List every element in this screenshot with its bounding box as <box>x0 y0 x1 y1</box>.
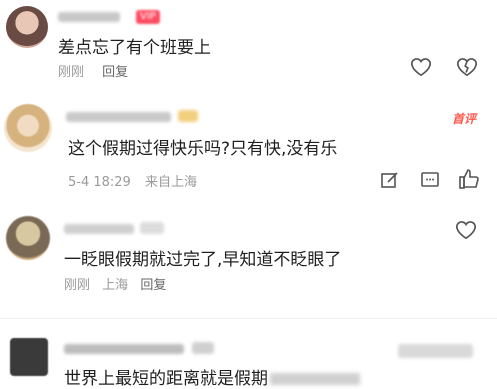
comment-item-1: VIP 差点忘了有个班要上 刚刚 回复 <box>0 0 497 92</box>
user-tag-blurred <box>140 222 164 234</box>
avatar[interactable] <box>6 216 50 260</box>
heart-icon[interactable] <box>410 57 432 77</box>
user-tag-blurred <box>178 110 198 122</box>
comment-time: 5-4 18:29 <box>68 175 131 190</box>
comment-text: 这个假期过得快乐吗?只有快,没有乐 <box>68 139 338 159</box>
comment-time: 刚刚 <box>64 278 91 293</box>
avatar[interactable] <box>6 6 48 48</box>
username-blurred[interactable] <box>58 12 120 22</box>
broken-heart-icon[interactable] <box>456 57 478 77</box>
comment-text: 差点忘了有个班要上 <box>58 38 211 58</box>
avatar[interactable] <box>4 104 52 152</box>
user-tag-blurred <box>192 342 214 354</box>
comment-location: 上海 <box>102 278 129 293</box>
comment-meta: 刚刚 上海 回复 <box>64 274 166 293</box>
comment-meta: 5-4 18:29 来自上海 <box>68 171 197 190</box>
heart-icon[interactable] <box>455 220 477 240</box>
comment-icon[interactable] <box>420 170 440 190</box>
first-comment-label: 首评 <box>452 112 477 126</box>
username-blurred[interactable] <box>64 344 184 354</box>
comment-item-2: 首评 这个假期过得快乐吗?只有快,没有乐 5-4 18:29 来自上海 <box>0 92 497 200</box>
comment-text: 世界上最短的距离就是假期 <box>64 364 360 389</box>
comment-text: 一眨眼假期就过完了,早知道不眨眼了 <box>64 250 342 270</box>
avatar[interactable] <box>10 338 48 376</box>
thumbs-up-icon[interactable] <box>458 168 480 190</box>
level-badge: VIP <box>136 10 160 24</box>
comment-time: 刚刚 <box>58 65 85 80</box>
comment-text-visible: 世界上最短的距离就是假期 <box>64 369 268 389</box>
divider <box>0 318 497 319</box>
username-blurred[interactable] <box>64 224 134 234</box>
comment-list: { "comments": [ { "text": "差点忘了有个班要上", "… <box>0 0 497 389</box>
comment-location: 来自上海 <box>144 175 197 190</box>
comment-item-4: 世界上最短的距离就是假期 <box>0 330 497 389</box>
reply-button[interactable]: 回复 <box>102 65 128 80</box>
username-blurred[interactable] <box>66 112 171 122</box>
edit-icon[interactable] <box>380 170 400 190</box>
comment-text-blurred <box>270 373 360 385</box>
comment-meta: 刚刚 回复 <box>58 61 128 80</box>
comment-item-3: 一眨眼假期就过完了,早知道不眨眼了 刚刚 上海 回复 <box>0 200 497 318</box>
action-icons-blurred[interactable] <box>398 344 473 358</box>
reply-button[interactable]: 回复 <box>140 278 166 293</box>
